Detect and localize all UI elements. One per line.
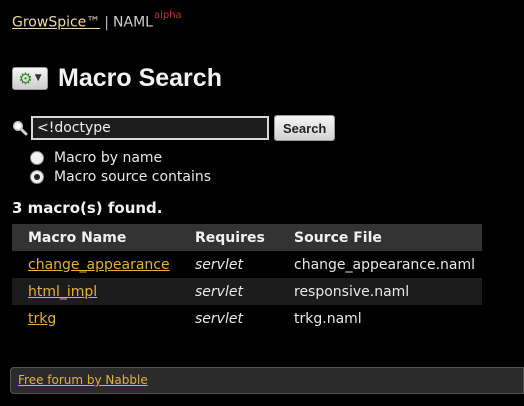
breadcrumb-separator: |	[104, 14, 110, 31]
source-file-cell: trkg.naml	[294, 310, 362, 327]
requires-cell: servlet	[195, 256, 243, 273]
macro-link[interactable]: html_impl	[28, 284, 97, 300]
option-label: Macro by name	[54, 149, 163, 166]
table-row: trkg servlet trkg.naml	[12, 305, 482, 332]
requires-cell: servlet	[195, 278, 294, 305]
search-row: Search	[12, 115, 336, 141]
gear-menu-button[interactable]: ⚙ ▼	[12, 67, 48, 90]
magnifier-icon	[12, 120, 28, 136]
radio-macro-source-contains[interactable]	[30, 169, 44, 184]
search-input[interactable]	[31, 116, 269, 140]
option-macro-source-contains[interactable]: Macro source contains	[30, 167, 211, 186]
chevron-down-icon: ▼	[34, 73, 42, 83]
search-button[interactable]: Search	[274, 115, 336, 141]
macro-name-cell: change_appearance	[12, 251, 195, 278]
nabble-forum-link[interactable]: Free forum by Nabble	[18, 373, 148, 387]
requires-cell: servlet	[195, 310, 243, 327]
macro-link[interactable]: change_appearance	[28, 257, 170, 273]
breadcrumb: GrowSpice™ | NAMLalpha	[12, 10, 182, 31]
product-name: NAML	[113, 14, 153, 31]
option-label: Macro source contains	[54, 168, 212, 185]
results-table: Macro Name Requires Source File change_a…	[12, 224, 482, 332]
table-row: change_appearance servlet change_appeara…	[12, 251, 482, 278]
source-file-cell: change_appearance.naml	[294, 256, 476, 273]
title-row: ⚙ ▼ Macro Search	[12, 64, 222, 93]
table-row: html_impl servlet responsive.naml	[12, 278, 482, 305]
gear-icon: ⚙	[18, 68, 33, 88]
column-header-requires: Requires	[195, 224, 294, 251]
brand-link[interactable]: GrowSpice™	[12, 15, 100, 31]
option-macro-by-name[interactable]: Macro by name	[30, 148, 211, 167]
macro-link[interactable]: trkg	[28, 311, 56, 327]
table-header-row: Macro Name Requires Source File	[12, 224, 482, 251]
footer-bar: Free forum by Nabble	[10, 367, 524, 394]
results-summary: 3 macro(s) found.	[12, 199, 163, 217]
source-file-cell: responsive.naml	[294, 278, 482, 305]
macro-name-cell: trkg	[12, 305, 195, 332]
column-header-macro-name: Macro Name	[12, 224, 195, 251]
column-header-source-file: Source File	[294, 224, 482, 251]
page-title: Macro Search	[58, 64, 222, 92]
alpha-badge: alpha	[153, 10, 182, 21]
search-mode-options: Macro by name Macro source contains	[30, 148, 211, 186]
macro-name-cell: html_impl	[12, 278, 195, 305]
radio-macro-by-name[interactable]	[30, 150, 44, 165]
